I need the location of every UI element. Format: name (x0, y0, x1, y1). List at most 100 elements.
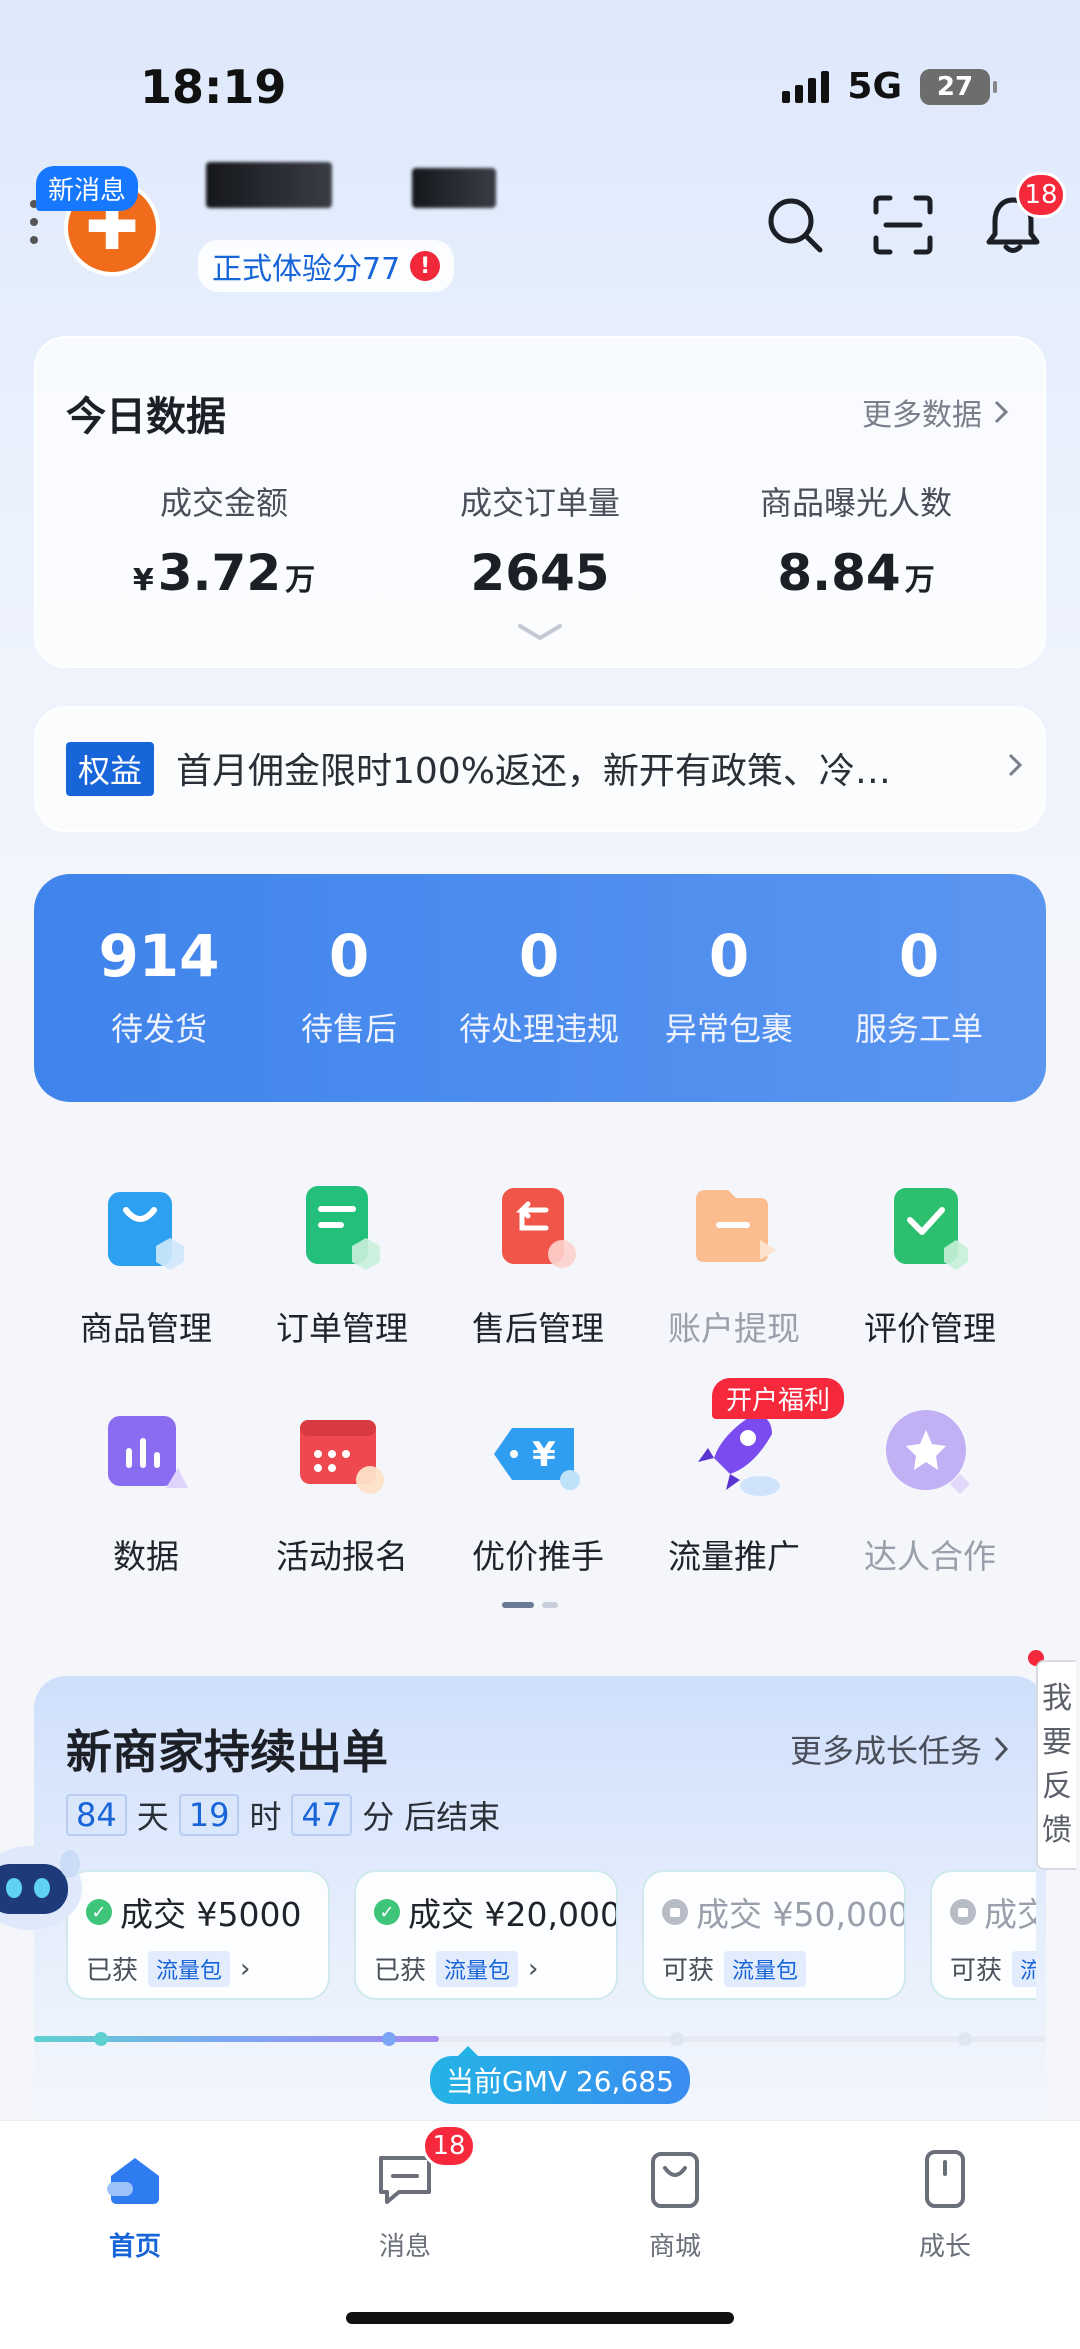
network-type: 5G (847, 66, 902, 107)
search-icon[interactable] (764, 194, 826, 256)
countdown-hours-unit: 时 (249, 1798, 282, 1836)
tool-order-management[interactable]: 订单管理 (244, 1176, 440, 1350)
warning-icon: ! (410, 251, 441, 281)
shop-name-redacted (206, 162, 332, 208)
tool-traffic-promotion[interactable]: 流量推广 (636, 1404, 832, 1578)
tool-event-signup[interactable]: 活动报名 (244, 1404, 440, 1578)
countdown-minutes-unit: 分 (362, 1798, 395, 1836)
home-icon (107, 2158, 159, 2204)
tab-mall[interactable]: 商城 (540, 2146, 810, 2263)
status-indicators: 5G 27 (782, 66, 997, 107)
stat-value: 8.84 (777, 544, 901, 602)
progress-node (382, 2032, 396, 2046)
milestone-card[interactable]: ✓ 成交 ¥20,000 已获 流量包 › (354, 1870, 618, 2000)
milestone-reward: 流量包 (1012, 1950, 1036, 1987)
countdown-days-unit: 天 (136, 1798, 169, 1836)
pending-after-sales[interactable]: 0 待售后 (254, 922, 444, 1050)
milestone-status: 已获 (374, 1956, 427, 1986)
stat-unit: 万 (285, 563, 316, 598)
check-icon: ✓ (374, 1899, 400, 1925)
return-icon (502, 1188, 576, 1268)
stat-value: 2645 (470, 544, 610, 602)
new-message-badge[interactable]: 新消息 (36, 166, 139, 211)
stat-gmv[interactable]: 成交金额 ¥ 3.72 万 (64, 478, 384, 602)
scan-icon[interactable] (872, 194, 934, 256)
tab-label: 商城 (648, 2232, 701, 2262)
milestone-title: 成交 (984, 1895, 1036, 1934)
pending-service-tickets[interactable]: 0 服务工单 (824, 922, 1014, 1050)
pending-label: 待处理违规 (458, 1010, 619, 1048)
countdown: 84 天 19 时 47 分 后结束 (66, 1792, 500, 1838)
signal-icon (782, 70, 830, 103)
tab-messages[interactable]: 消息 (270, 2146, 540, 2263)
stat-value: 3.72 (157, 544, 282, 602)
milestone-card[interactable]: 成交 ¥50,000 可获 流量包 (642, 1870, 906, 2000)
milestone-title: 成交 ¥5000 (120, 1895, 302, 1934)
check-icon: ✓ (86, 1899, 112, 1925)
countdown-suffix: 后结束 (404, 1798, 501, 1836)
chevron-right-icon (994, 1736, 1009, 1762)
pending-label: 待发货 (110, 1010, 207, 1048)
tab-home[interactable]: 首页 (0, 2146, 270, 2263)
current-gmv-tag: 当前GMV 26,685 (430, 2046, 690, 2104)
tool-label: 账户提现 (668, 1309, 800, 1348)
pending-to-ship[interactable]: 914 待发货 (64, 922, 254, 1050)
review-check-icon (894, 1188, 968, 1270)
countdown-minutes: 47 (291, 1794, 353, 1836)
tool-label: 数据 (113, 1537, 179, 1576)
tool-data[interactable]: 数据 (48, 1404, 244, 1578)
more-growth-tasks-link[interactable]: 更多成长任务 (790, 1726, 1010, 1772)
stat-label: 商品曝光人数 (759, 484, 952, 522)
tool-account-withdraw[interactable]: 账户提现 (636, 1176, 832, 1350)
milestone-card[interactable]: ✓ 成交 ¥5000 已获 流量包 › (66, 1870, 330, 2000)
tab-growth[interactable]: 成长 (810, 2146, 1080, 2263)
promo-text: 首月佣金限时100%返还，新开有政策、冷… (176, 751, 891, 792)
experience-score-tag[interactable]: 正式体验分77 ! (198, 240, 455, 292)
order-doc-icon (306, 1186, 380, 1270)
pending-count: 0 (898, 922, 940, 990)
chevron-right-icon: › (528, 1953, 539, 1984)
milestone-reward: 流量包 (148, 1950, 231, 1987)
chevron-right-icon[interactable] (1006, 752, 1024, 778)
shop-name-redacted-2 (412, 168, 496, 208)
more-data-link[interactable]: 更多数据 (862, 390, 1010, 434)
more-growth-label: 更多成长任务 (789, 1732, 982, 1770)
tool-label: 活动报名 (276, 1537, 408, 1576)
progress-node (94, 2032, 108, 2046)
tool-after-sales-management[interactable]: 售后管理 (440, 1176, 636, 1350)
svg-text:¥: ¥ (532, 1435, 556, 1475)
rocket-icon (698, 1414, 780, 1496)
stat-prefix: ¥ (132, 563, 154, 598)
milestone-reward: 流量包 (724, 1950, 807, 1987)
stat-exposure[interactable]: 商品曝光人数 8.84 万 (696, 478, 1016, 602)
tool-review-management[interactable]: 评价管理 (832, 1176, 1028, 1350)
wallet-icon (696, 1190, 776, 1262)
pending-count: 914 (98, 922, 220, 990)
countdown-hours: 19 (178, 1794, 240, 1836)
tool-label: 评价管理 (864, 1309, 996, 1348)
stat-orders[interactable]: 成交订单量 2645 (380, 478, 700, 602)
milestone-reward: 流量包 (436, 1950, 519, 1987)
milestone-card[interactable]: 成交 可获流量包 (930, 1870, 1036, 2000)
tool-label: 售后管理 (472, 1309, 604, 1348)
tools-pager (502, 1602, 558, 1608)
promo-tag: 权益 (66, 742, 155, 796)
milestone-status: 可获 (662, 1956, 715, 1986)
pending-violations[interactable]: 0 待处理违规 (444, 922, 634, 1050)
tool-influencer-cooperation[interactable]: 达人合作 (832, 1404, 1028, 1578)
tool-label: 商品管理 (80, 1309, 212, 1348)
status-time: 18:19 (140, 60, 287, 114)
robot-assistant-icon[interactable] (0, 1824, 86, 1944)
tool-price-booster[interactable]: ¥ 优价推手 (440, 1404, 636, 1578)
progress-node (958, 2032, 972, 2046)
feedback-button[interactable]: 我要反馈 (1036, 1660, 1076, 1870)
tool-product-management[interactable]: 商品管理 (48, 1176, 244, 1350)
tool-label: 优价推手 (472, 1537, 604, 1576)
chevron-down-icon[interactable] (516, 622, 564, 644)
pending-count: 0 (708, 922, 750, 990)
tab-label: 首页 (108, 2232, 161, 2262)
pending-label: 服务工单 (854, 1010, 983, 1048)
shop-bag-icon (651, 2152, 699, 2208)
progress-node (670, 2032, 684, 2046)
pending-abnormal-packages[interactable]: 0 异常包裹 (634, 922, 824, 1050)
